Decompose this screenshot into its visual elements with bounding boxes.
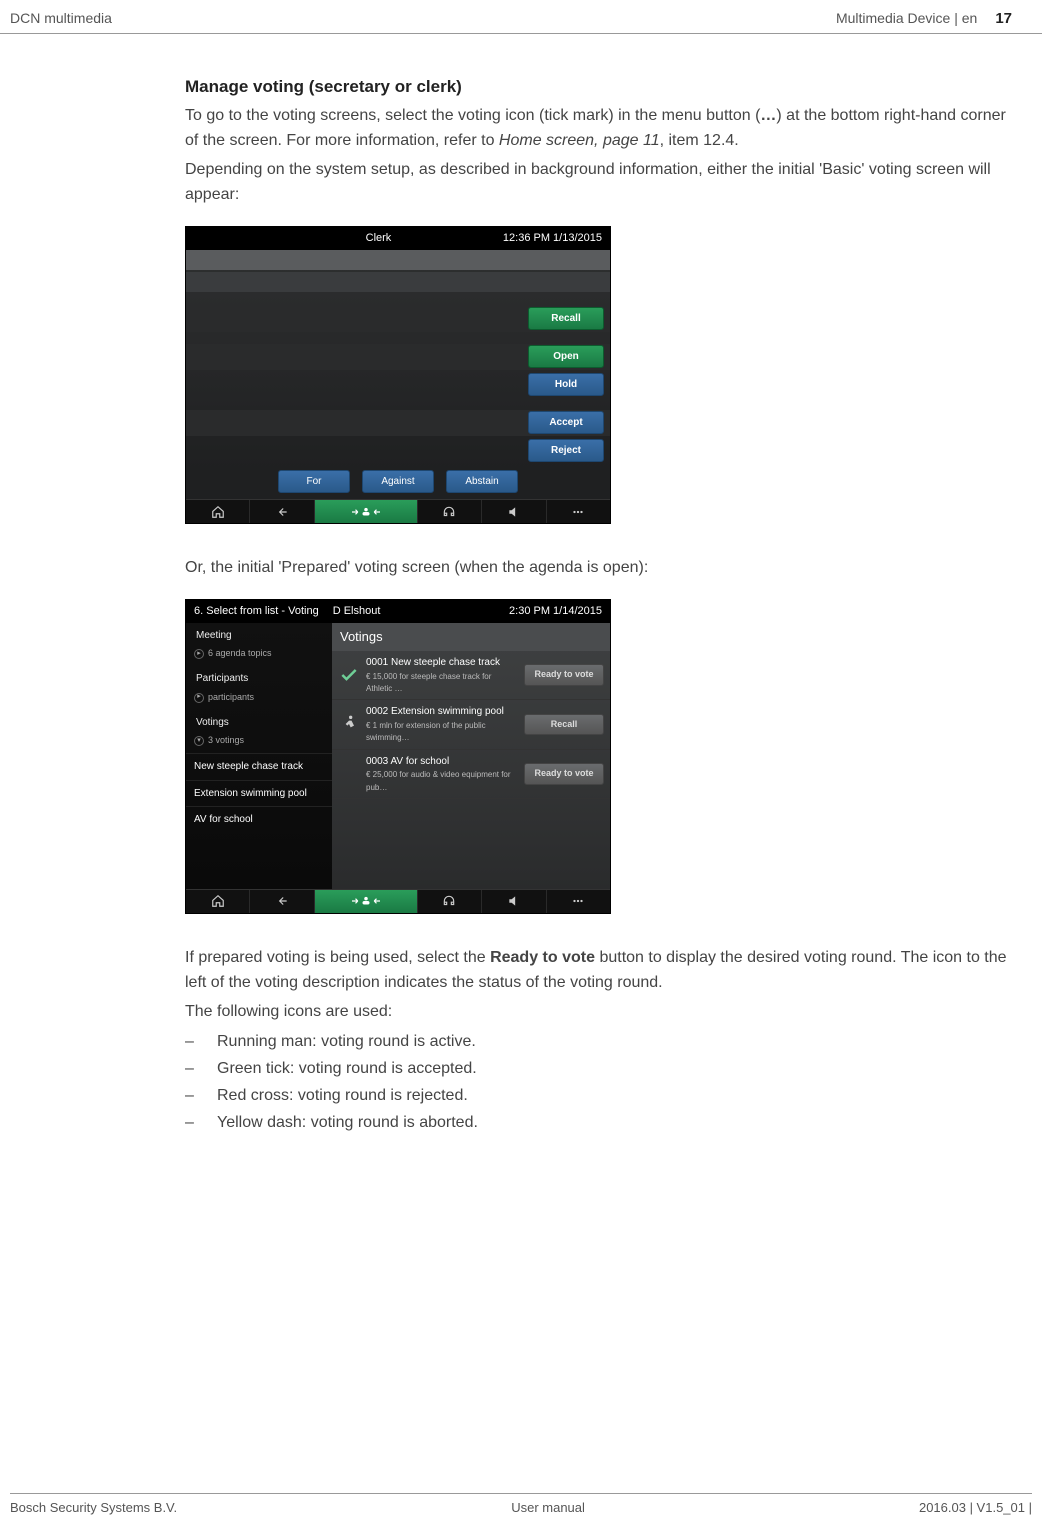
voting-item-title: 0003 AV for school: [366, 754, 518, 770]
section-title: Manage voting (secretary or clerk): [185, 74, 1012, 100]
ready-to-vote-button[interactable]: Ready to vote: [524, 763, 604, 785]
voting-item-sub: € 1 mln for extension of the public swim…: [366, 720, 518, 745]
headphones-icon[interactable]: [418, 890, 482, 913]
scr1-titlebar: Clerk 12:36 PM 1/13/2015: [186, 227, 610, 250]
back-icon[interactable]: [250, 890, 314, 913]
scr2-titlebar: 6. Select from list - Voting D Elshout 2…: [186, 600, 610, 623]
voting-item-sub: € 15,000 for steeple chase track for Ath…: [366, 671, 518, 696]
scr2-title-left: 6. Select from list - Voting: [194, 603, 319, 620]
header-left: DCN multimedia: [10, 10, 112, 26]
headphones-icon[interactable]: [418, 500, 482, 523]
scr1-strip: [186, 272, 610, 292]
more-icon[interactable]: [547, 890, 610, 913]
paragraph-4: If prepared voting is being used, select…: [185, 946, 1012, 996]
nav-green-panel[interactable]: [315, 890, 418, 913]
abstain-button[interactable]: Abstain: [446, 470, 518, 494]
sidebar-leaf-2[interactable]: Extension swimming pool: [186, 780, 332, 807]
sidebar-item-votings[interactable]: Votings: [186, 710, 332, 733]
bullet-dash: –: [185, 1084, 199, 1109]
paragraph-3: Or, the initial 'Prepared' voting screen…: [185, 556, 1012, 581]
scr1-title-time: 12:36 PM 1/13/2015: [503, 230, 602, 247]
accept-button[interactable]: Accept: [528, 411, 604, 435]
home-icon[interactable]: [186, 890, 250, 913]
bullet-text: Red cross: voting round is rejected.: [217, 1084, 468, 1109]
scr2-title-time: 2:30 PM 1/14/2015: [509, 603, 602, 620]
ready-to-vote-button[interactable]: Ready to vote: [524, 664, 604, 686]
bullet-text: Green tick: voting round is accepted.: [217, 1057, 477, 1082]
scr1-navbar: [186, 499, 610, 523]
volume-icon[interactable]: [482, 890, 546, 913]
main-content: Manage voting (secretary or clerk) To go…: [0, 34, 1042, 1157]
screenshot-prepared-voting: 6. Select from list - Voting D Elshout 2…: [185, 599, 611, 914]
back-icon[interactable]: [250, 500, 314, 523]
recall-item-button[interactable]: Recall: [524, 714, 604, 736]
more-icon[interactable]: [547, 500, 610, 523]
bullet-text: Running man: voting round is active.: [217, 1030, 476, 1055]
footer-right: 2016.03 | V1.5_01 |: [919, 1500, 1032, 1515]
header-right-label: Multimedia Device | en: [836, 10, 977, 26]
bullet-list: –Running man: voting round is active. –G…: [185, 1030, 1012, 1135]
for-button[interactable]: For: [278, 470, 350, 494]
voting-item-title: 0002 Extension swimming pool: [366, 704, 518, 720]
page-header: DCN multimedia Multimedia Device | en 17: [0, 0, 1042, 34]
bullet-dash: –: [185, 1057, 199, 1082]
scr2-panel-title: Votings: [332, 623, 610, 651]
open-button[interactable]: Open: [528, 345, 604, 369]
scr2-navbar: [186, 889, 610, 913]
voting-item-3[interactable]: 0003 AV for school € 25,000 for audio & …: [332, 750, 610, 799]
page-footer: Bosch Security Systems B.V. User manual …: [10, 1493, 1032, 1515]
paragraph-2: Depending on the system setup, as descri…: [185, 158, 1012, 208]
scr1-title-center: Clerk: [254, 230, 503, 247]
bullet-dash: –: [185, 1111, 199, 1136]
voting-item-sub: € 25,000 for audio & video equipment for…: [366, 769, 518, 794]
home-screen-ref: Home screen, page 11: [499, 132, 660, 149]
paragraph-5: The following icons are used:: [185, 1000, 1012, 1025]
scr1-strip: [186, 250, 610, 270]
voting-item-2[interactable]: 0002 Extension swimming pool € 1 mln for…: [332, 700, 610, 749]
sidebar-sub-meeting: ▸6 agenda topics: [186, 645, 332, 666]
check-icon: [338, 664, 360, 686]
scr2-title-center: D Elshout: [333, 603, 381, 620]
page-number: 17: [995, 10, 1012, 27]
blank-status-icon: [338, 763, 360, 785]
scr2-sidebar: Meeting ▸6 agenda topics Participants ▸p…: [186, 623, 332, 889]
nav-green-panel[interactable]: [315, 500, 418, 523]
sidebar-leaf-1[interactable]: New steeple chase track: [186, 753, 332, 780]
recall-button[interactable]: Recall: [528, 307, 604, 331]
voting-item-1[interactable]: 0001 New steeple chase track € 15,000 fo…: [332, 651, 610, 700]
bullet-text: Yellow dash: voting round is aborted.: [217, 1111, 478, 1136]
volume-icon[interactable]: [482, 500, 546, 523]
voting-item-title: 0001 New steeple chase track: [366, 655, 518, 671]
sidebar-leaf-3[interactable]: AV for school: [186, 806, 332, 833]
sidebar-item-participants[interactable]: Participants: [186, 666, 332, 689]
running-man-icon: [338, 713, 360, 735]
against-button[interactable]: Against: [362, 470, 434, 494]
screenshot-basic-voting: Clerk 12:36 PM 1/13/2015 Recall Open Hol…: [185, 226, 611, 525]
sidebar-sub-participants: ▸participants: [186, 689, 332, 710]
home-icon[interactable]: [186, 500, 250, 523]
footer-center: User manual: [511, 1500, 585, 1515]
hold-button[interactable]: Hold: [528, 373, 604, 397]
bullet-dash: –: [185, 1030, 199, 1055]
paragraph-1: To go to the voting screens, select the …: [185, 104, 1012, 154]
scr2-main-panel: Votings 0001 New steeple chase track € 1…: [332, 623, 610, 889]
reject-button[interactable]: Reject: [528, 439, 604, 463]
sidebar-sub-votings: ▾3 votings: [186, 732, 332, 753]
sidebar-item-meeting[interactable]: Meeting: [186, 623, 332, 646]
footer-left: Bosch Security Systems B.V.: [10, 1500, 177, 1515]
